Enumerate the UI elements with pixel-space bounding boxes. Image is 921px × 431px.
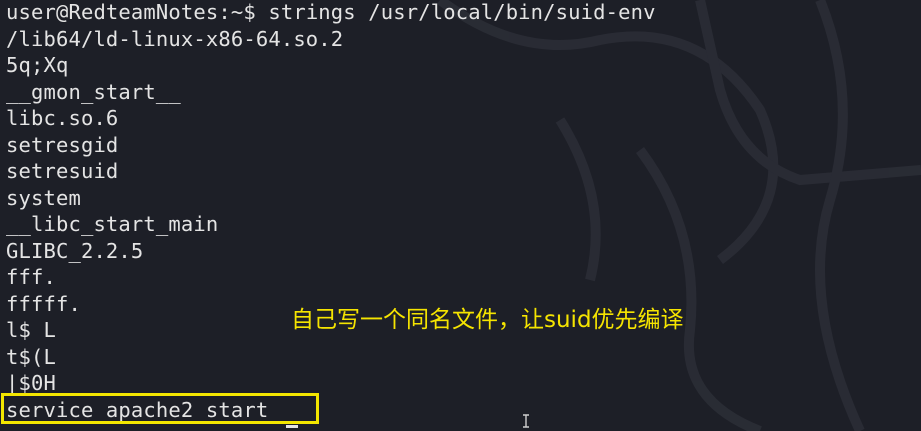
output-line: setresuid	[6, 159, 119, 183]
output-line: libc.so.6	[6, 106, 119, 130]
command-text: strings /usr/local/bin/suid-env	[268, 0, 656, 24]
output-line: /lib64/ld-linux-x86-64.so.2	[6, 26, 344, 51]
output-line: GLIBC_2.2.5	[6, 238, 144, 263]
output-line: fff.	[6, 265, 56, 289]
output-line: 5q;Xq	[6, 53, 69, 77]
output-line: __libc_start_main	[6, 212, 219, 236]
command-line: user@RedteamNotes:~$ strings /usr/local/…	[6, 0, 656, 27]
terminal-window[interactable]: user@RedteamNotes:~$ strings /usr/local/…	[0, 0, 921, 431]
shell-prompt: user@RedteamNotes:~$	[6, 0, 269, 24]
output-line: __gmon_start__	[6, 79, 181, 104]
output-line: system	[6, 185, 81, 210]
annotation-caption: 自己写一个同名文件，让suid优先编译	[291, 307, 684, 333]
terminal-output: user@RedteamNotes:~$ strings /usr/local/…	[6, 0, 656, 424]
text-cursor	[286, 425, 298, 428]
i-beam-cursor-icon	[523, 414, 529, 428]
highlight-box	[1, 393, 319, 424]
output-line: t$(L	[6, 344, 56, 369]
output-line: setresgid	[6, 132, 119, 157]
